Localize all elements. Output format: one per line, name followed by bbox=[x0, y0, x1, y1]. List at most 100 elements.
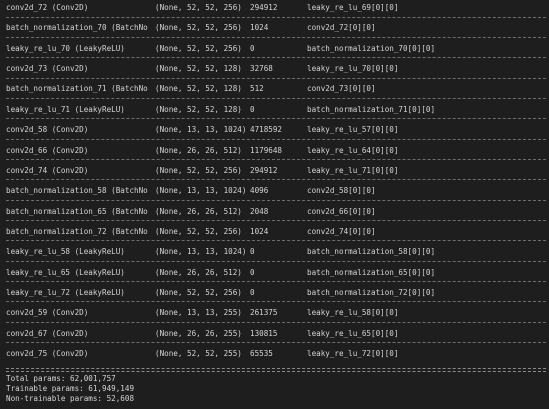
row-separator bbox=[6, 36, 546, 38]
output-shape-cell: (None, 13, 13, 1024) bbox=[155, 247, 247, 257]
param-count-cell: 0 bbox=[250, 247, 255, 257]
row-separator bbox=[6, 301, 546, 303]
table-row: batch_normalization_71 (BatchNo (None, 52… bbox=[0, 83, 549, 95]
param-count-cell: 0 bbox=[250, 104, 255, 114]
layer-name-cell: batch_normalization_72 (BatchNo bbox=[6, 226, 148, 236]
param-count-cell: 1024 bbox=[250, 226, 269, 236]
row-separator bbox=[6, 16, 546, 18]
table-row: conv2d_73 (Conv2D) (None, 52, 52, 128) 327… bbox=[0, 63, 549, 75]
output-shape-cell: (None, 13, 13, 1024) bbox=[155, 125, 247, 135]
layer-name-cell: batch_normalization_65 (BatchNo bbox=[6, 206, 148, 216]
layer-name-cell: conv2d_72 (Conv2D) bbox=[6, 3, 89, 12]
table-row: batch_normalization_65 (BatchNo (None, 26… bbox=[0, 206, 549, 218]
layer-name-cell: conv2d_58 (Conv2D) bbox=[6, 125, 89, 135]
total-params: Total params: 62,001,757 bbox=[6, 374, 116, 383]
layer-name-cell: leaky_re_lu_70 (LeakyReLU) bbox=[6, 43, 125, 53]
output-shape-cell: (None, 52, 52, 256) bbox=[155, 165, 242, 175]
connected-to-cell: leaky_re_lu_65[0][0] bbox=[307, 328, 399, 338]
param-count-cell: 0 bbox=[250, 287, 255, 297]
layer-name-cell: conv2d_75 (Conv2D) bbox=[6, 349, 89, 358]
table-row: leaky_re_lu_71 (LeakyReLU) (None, 52, 52,… bbox=[0, 104, 549, 116]
layer-name-cell: batch_normalization_70 (BatchNo bbox=[6, 23, 148, 33]
connected-to-cell: conv2d_58[0][0] bbox=[307, 186, 376, 196]
model-summary-output: conv2d_72 (Conv2D) (None, 52, 52, 256) 294… bbox=[0, 0, 549, 409]
row-separator bbox=[6, 321, 546, 323]
output-shape-cell: (None, 52, 52, 256) bbox=[155, 43, 242, 53]
connected-to-cell: leaky_re_lu_69[0][0] bbox=[307, 3, 399, 12]
output-shape-cell: (None, 52, 52, 128) bbox=[155, 84, 242, 94]
param-count-cell: 2048 bbox=[250, 206, 269, 216]
output-shape-cell: (None, 13, 13, 255) bbox=[155, 308, 242, 318]
output-shape-cell: (None, 52, 52, 256) bbox=[155, 3, 242, 12]
row-separator bbox=[6, 57, 546, 59]
connected-to-cell: batch_normalization_70[0][0] bbox=[307, 43, 436, 53]
output-shape-cell: (None, 52, 52, 256) bbox=[155, 287, 242, 297]
layer-name-cell: conv2d_73 (Conv2D) bbox=[6, 64, 89, 74]
output-shape-cell: (None, 13, 13, 1024) bbox=[155, 186, 247, 196]
output-shape-cell: (None, 52, 52, 128) bbox=[155, 104, 242, 114]
row-separator bbox=[6, 342, 546, 344]
table-row: conv2d_74 (Conv2D) (None, 52, 52, 256) 294… bbox=[0, 165, 549, 177]
output-shape-cell: (None, 52, 52, 128) bbox=[155, 64, 242, 74]
param-count-cell: 1024 bbox=[250, 23, 269, 33]
table-row: batch_normalization_72 (BatchNo (None, 52… bbox=[0, 226, 549, 238]
output-shape-cell: (None, 26, 26, 512) bbox=[155, 267, 242, 277]
row-separator bbox=[6, 138, 546, 140]
layer-name-cell: conv2d_74 (Conv2D) bbox=[6, 165, 89, 175]
output-shape-cell: (None, 26, 26, 512) bbox=[155, 145, 242, 155]
output-shape-cell: (None, 52, 52, 256) bbox=[155, 23, 242, 33]
param-count-cell: 294912 bbox=[250, 165, 278, 175]
layer-name-cell: conv2d_67 (Conv2D) bbox=[6, 328, 89, 338]
param-count-cell: 294912 bbox=[250, 3, 278, 12]
table-row: conv2d_75 (Conv2D) (None, 52, 52, 255) 655… bbox=[0, 348, 549, 360]
connected-to-cell: leaky_re_lu_58[0][0] bbox=[307, 308, 399, 318]
row-separator bbox=[6, 77, 546, 79]
output-shape-cell: (None, 52, 52, 255) bbox=[155, 349, 242, 358]
row-separator bbox=[6, 260, 546, 262]
param-count-cell: 130815 bbox=[250, 328, 278, 338]
table-row: conv2d_72 (Conv2D) (None, 52, 52, 256) 294… bbox=[0, 2, 549, 14]
summary-separator bbox=[6, 368, 546, 372]
connected-to-cell: conv2d_73[0][0] bbox=[307, 84, 376, 94]
param-count-cell: 65535 bbox=[250, 349, 273, 358]
layer-name-cell: conv2d_66 (Conv2D) bbox=[6, 145, 89, 155]
connected-to-cell: leaky_re_lu_71[0][0] bbox=[307, 165, 399, 175]
param-count-cell: 32768 bbox=[250, 64, 273, 74]
layer-name-cell: batch_normalization_58 (BatchNo bbox=[6, 186, 148, 196]
layer-name-cell: conv2d_59 (Conv2D) bbox=[6, 308, 89, 318]
row-separator bbox=[6, 199, 546, 201]
table-row: conv2d_58 (Conv2D) (None, 13, 13, 1024) 47… bbox=[0, 124, 549, 136]
output-shape-cell: (None, 26, 26, 512) bbox=[155, 206, 242, 216]
table-row: leaky_re_lu_58 (LeakyReLU) (None, 13, 13,… bbox=[0, 246, 549, 258]
connected-to-cell: batch_normalization_65[0][0] bbox=[307, 267, 436, 277]
table-row: leaky_re_lu_72 (LeakyReLU) (None, 52, 52,… bbox=[0, 287, 549, 299]
table-row: conv2d_67 (Conv2D) (None, 26, 26, 255) 130… bbox=[0, 328, 549, 340]
row-separator bbox=[6, 97, 546, 99]
table-row: batch_normalization_58 (BatchNo (None, 13… bbox=[0, 185, 549, 197]
output-shape-cell: (None, 26, 26, 255) bbox=[155, 328, 242, 338]
output-shape-cell: (None, 52, 52, 256) bbox=[155, 226, 242, 236]
table-row: conv2d_59 (Conv2D) (None, 13, 13, 255) 261… bbox=[0, 307, 549, 319]
row-separator bbox=[6, 159, 546, 160]
connected-to-cell: batch_normalization_58[0][0] bbox=[307, 247, 436, 257]
layer-name-cell: leaky_re_lu_72 (LeakyReLU) bbox=[6, 287, 125, 297]
connected-to-cell: conv2d_66[0][0] bbox=[307, 206, 376, 216]
connected-to-cell: leaky_re_lu_64[0][0] bbox=[307, 145, 399, 155]
layer-name-cell: batch_normalization_71 (BatchNo bbox=[6, 84, 148, 94]
row-separator bbox=[6, 240, 546, 242]
param-count-cell: 0 bbox=[250, 43, 255, 53]
connected-to-cell: conv2d_74[0][0] bbox=[307, 226, 376, 236]
table-row: conv2d_66 (Conv2D) (None, 26, 26, 512) 117… bbox=[0, 145, 549, 157]
layer-name-cell: leaky_re_lu_58 (LeakyReLU) bbox=[6, 247, 125, 257]
param-count-cell: 4718592 bbox=[250, 125, 283, 135]
layer-name-cell: leaky_re_lu_71 (LeakyReLU) bbox=[6, 104, 125, 114]
param-count-cell: 1179648 bbox=[250, 145, 283, 155]
connected-to-cell: batch_normalization_72[0][0] bbox=[307, 287, 436, 297]
param-count-cell: 512 bbox=[250, 84, 264, 94]
connected-to-cell: leaky_re_lu_72[0][0] bbox=[307, 349, 399, 358]
param-count-cell: 4096 bbox=[250, 186, 269, 196]
row-separator bbox=[6, 179, 546, 181]
connected-to-cell: leaky_re_lu_57[0][0] bbox=[307, 125, 399, 135]
table-row: leaky_re_lu_65 (LeakyReLU) (None, 26, 26,… bbox=[0, 267, 549, 279]
row-separator bbox=[6, 281, 546, 283]
